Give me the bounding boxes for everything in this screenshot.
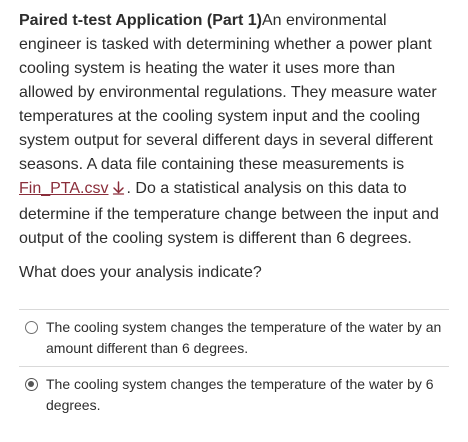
question-text: Paired t-test Application (Part 1)An env… xyxy=(19,9,451,251)
answer-option-2-label: The cooling system changes the temperatu… xyxy=(46,376,434,413)
question-prompt: What does your analysis indicate? xyxy=(19,264,262,281)
download-arrow-icon[interactable] xyxy=(112,179,125,203)
data-file-link[interactable]: Fin_PTA.csv xyxy=(19,180,109,197)
divider-middle xyxy=(19,366,449,367)
radio-button-option-1[interactable] xyxy=(25,321,38,334)
radio-button-option-2[interactable] xyxy=(25,378,38,391)
answer-option-2[interactable]: The cooling system changes the temperatu… xyxy=(19,374,449,416)
question-body-part-1: An environmental engineer is tasked with… xyxy=(19,12,437,173)
divider-top xyxy=(19,309,449,310)
question-title: Paired t-test Application (Part 1) xyxy=(19,12,262,29)
answer-option-1[interactable]: The cooling system changes the temperatu… xyxy=(19,317,449,359)
answer-option-1-label: The cooling system changes the temperatu… xyxy=(46,319,442,356)
